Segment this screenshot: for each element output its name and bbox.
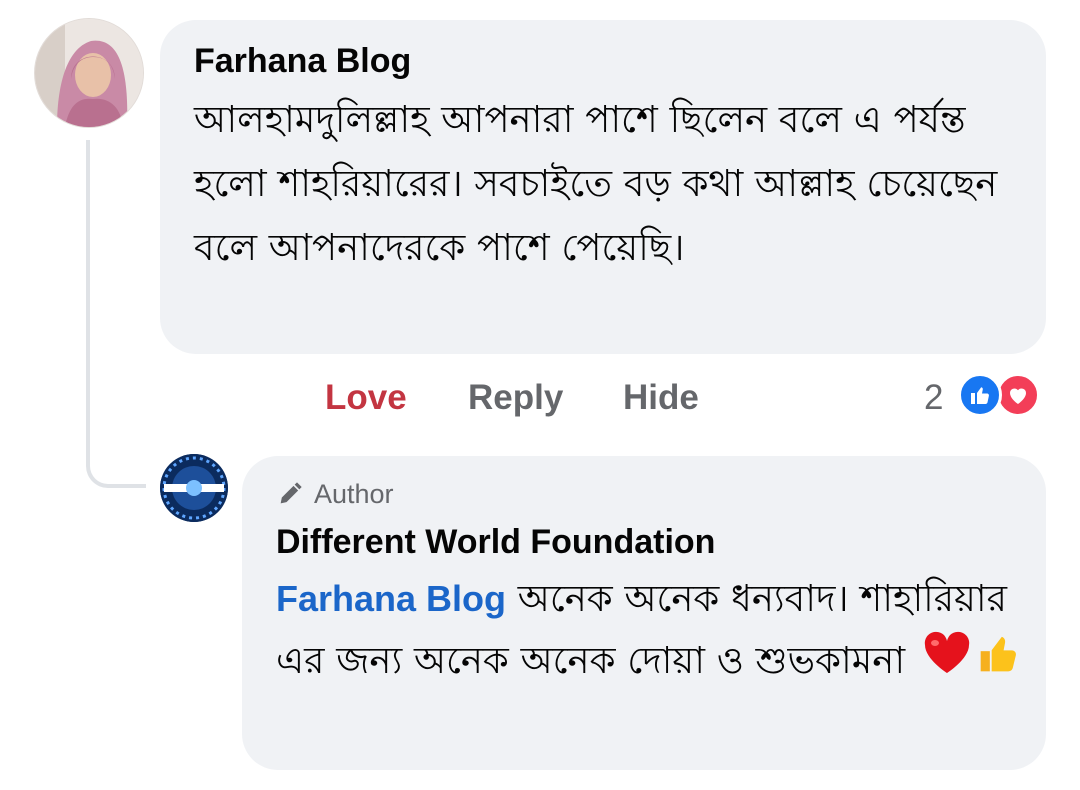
author-badge: Author <box>276 476 1012 512</box>
thumbs-up-emoji <box>977 631 1021 694</box>
red-heart-emoji <box>923 631 971 694</box>
farhana-blog-avatar[interactable] <box>34 18 144 128</box>
like-icon <box>958 373 1002 417</box>
author-badge-label: Author <box>314 478 394 509</box>
reaction-count[interactable]: 2 <box>924 372 943 424</box>
foundation-logo <box>160 454 228 522</box>
profile-photo <box>35 19 143 127</box>
comment-bubble: Farhana Blog আলহামদুলিল্লাহ আপনারা পাশে … <box>160 20 1046 354</box>
comment-author-name[interactable]: Farhana Blog <box>194 40 1012 82</box>
thread-connector-line <box>86 140 146 488</box>
reaction-summary[interactable] <box>958 373 1048 419</box>
love-reaction-button[interactable]: Love <box>325 372 407 424</box>
pencil-icon <box>280 482 302 504</box>
reply-bubble: Author Different World Foundation Farhan… <box>242 456 1046 770</box>
mention-link[interactable]: Farhana Blog <box>276 578 506 619</box>
different-world-foundation-avatar[interactable] <box>160 454 228 522</box>
reply-author-name[interactable]: Different World Foundation <box>276 520 1012 564</box>
reply-button[interactable]: Reply <box>468 372 563 424</box>
comment-text: আলহামদুলিল্লাহ আপনারা পাশে ছিলেন বলে এ প… <box>194 98 998 269</box>
reply-text-block: Farhana Blog অনেক অনেক ধন্যবাদ। শাহারিয়… <box>276 568 1026 694</box>
love-icon <box>996 373 1040 417</box>
hide-button[interactable]: Hide <box>623 372 699 424</box>
